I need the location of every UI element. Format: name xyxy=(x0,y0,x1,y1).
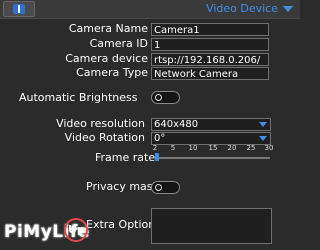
extra-options-textarea[interactable] xyxy=(151,208,272,244)
camera-name-label: Camera Name xyxy=(68,22,148,35)
page-title[interactable]: Video Device xyxy=(206,2,278,15)
video-resolution-select[interactable]: 640x480 xyxy=(151,118,271,131)
extra-options-label: Extra Options xyxy=(86,218,161,231)
frame-rate-tick: 15 xyxy=(208,144,218,152)
camera-device-input[interactable]: rtsp://192.168.0.206/ xyxy=(151,53,269,66)
menu-toggle-button[interactable] xyxy=(3,1,35,17)
camera-id-label: Camera ID xyxy=(89,37,148,50)
frame-rate-tick: 25 xyxy=(246,144,256,152)
privacy-mask-toggle[interactable] xyxy=(151,181,180,194)
frame-rate-ticks: 2 5 10 15 20 25 30 xyxy=(152,144,274,154)
video-resolution-label: Video resolution xyxy=(56,117,145,130)
chevron-down-icon xyxy=(259,122,267,127)
camera-id-input[interactable]: 1 xyxy=(151,38,269,51)
camera-name-input[interactable]: Camera1 xyxy=(151,23,269,36)
auto-brightness-toggle[interactable] xyxy=(151,91,180,104)
frame-rate-label: Frame rate xyxy=(95,151,156,164)
privacy-mask-label: Privacy mask xyxy=(86,180,159,193)
camera-type-input[interactable]: Network Camera xyxy=(151,67,269,80)
header-bar: Video Device xyxy=(0,0,300,19)
frame-rate-tick: 2 xyxy=(152,144,158,152)
watermark-badge-text: Up xyxy=(68,223,85,236)
toggle-knob xyxy=(155,94,162,101)
frame-rate-tick: 20 xyxy=(227,144,237,152)
camera-type-label: Camera Type xyxy=(76,66,148,79)
chevron-down-icon xyxy=(259,136,267,141)
camera-device-label: Camera device xyxy=(65,52,148,65)
chevron-down-icon[interactable] xyxy=(283,6,293,12)
video-rotation-label: Video Rotation xyxy=(64,131,145,144)
frame-rate-tick: 5 xyxy=(170,144,176,152)
frame-rate-slider-track[interactable] xyxy=(155,157,270,159)
toggle-knob xyxy=(155,184,162,191)
frame-rate-slider-thumb[interactable] xyxy=(155,153,159,161)
video-resolution-value: 640x480 xyxy=(154,119,199,130)
video-rotation-value: 0° xyxy=(154,133,166,144)
frame-rate-tick: 10 xyxy=(188,144,198,152)
toggle-bar-icon xyxy=(18,5,20,13)
frame-rate-tick: 30 xyxy=(264,144,274,152)
auto-brightness-label: Automatic Brightness xyxy=(19,91,138,104)
